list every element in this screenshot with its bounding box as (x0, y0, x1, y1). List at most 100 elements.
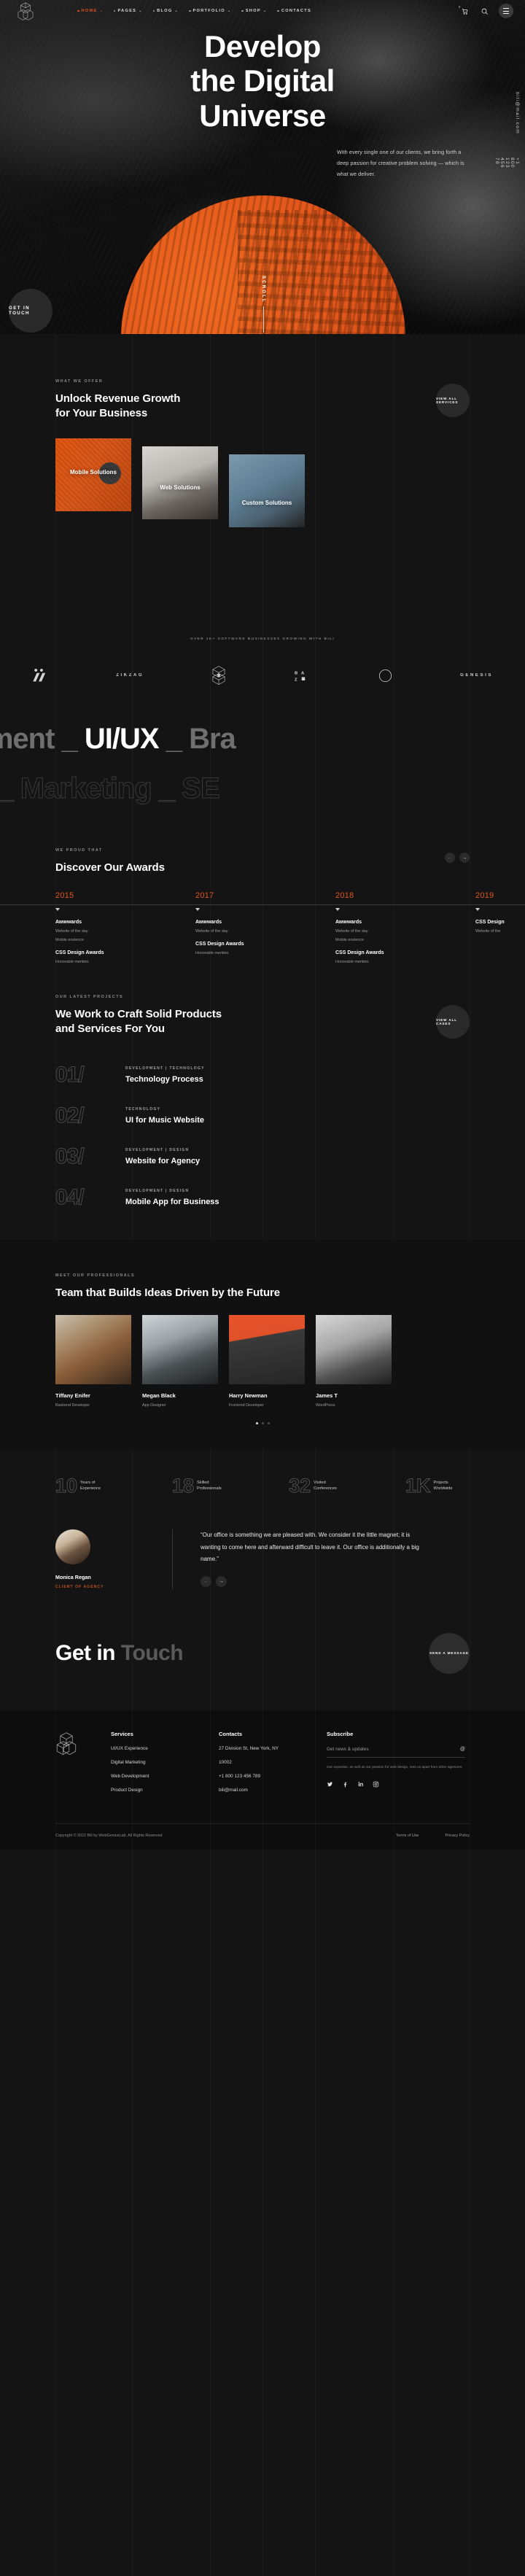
team-member-card[interactable]: Megan Black App Designer (142, 1314, 218, 1408)
nav-item-blog[interactable]: BLOG ⌄ (152, 9, 179, 13)
send-a-message-button[interactable]: SEND A MESSAGE (429, 1632, 470, 1674)
service-card-mobile[interactable]: Mobile Solutions (55, 438, 131, 511)
footer-service-link[interactable]: Web Development (111, 1774, 219, 1779)
slashes-logo-icon[interactable] (32, 663, 48, 688)
projects-title-line-2: and Services For You (55, 1022, 165, 1035)
team-cards: Tiffany Enifer Backend Developer Megan B… (55, 1314, 470, 1408)
search-icon[interactable] (479, 6, 489, 16)
nav-item-portfolio[interactable]: PORTFOLIO ⌄ (189, 9, 231, 13)
genesis-logo[interactable]: GENESIS (460, 663, 493, 688)
subscribe-field[interactable]: @ (327, 1746, 465, 1758)
project-row[interactable]: 02/ TECHNOLOGY UI for Music Website (55, 1095, 470, 1136)
stat-label: Visited Conferences (314, 1480, 337, 1492)
get-in-touch-word-1: Get in (55, 1640, 116, 1665)
testimonial-next-button[interactable]: → (216, 1576, 227, 1588)
footer-email[interactable]: bili@mail.com (219, 1788, 327, 1793)
stat-label-line-1: Skilled (197, 1480, 209, 1485)
services-eyebrow: WHAT WE OFFER (55, 379, 104, 384)
instagram-icon[interactable] (373, 1781, 379, 1788)
footer-privacy-link[interactable]: Privacy Policy (445, 1834, 470, 1838)
team-member-card[interactable]: Harry Newman Frontend Developer (229, 1314, 305, 1408)
nav-item-label: HOME (81, 9, 98, 13)
team-member-name: Megan Black (142, 1392, 176, 1399)
testimonial-prev-button[interactable]: ← (201, 1576, 211, 1588)
svg-text:Z: Z (295, 678, 298, 681)
team-member-photo (316, 1314, 392, 1384)
award-title: CSS Design Awards (195, 941, 244, 947)
get-in-touch-word-2: Touch (120, 1640, 184, 1665)
footer-subscribe-heading: Subscribe (327, 1730, 354, 1737)
chevron-down-icon: ⌄ (139, 9, 143, 13)
footer-service-link[interactable]: Digital Marketing (111, 1760, 219, 1765)
team-eyebrow: MEET OUR PROFESSIONALS (55, 1273, 136, 1278)
hero-phone-vertical[interactable]: +1 800 123 456 78 (494, 158, 520, 168)
hero-title-line-2: the Digital (190, 63, 335, 98)
hero-email-vertical[interactable]: bili@mail.com (515, 92, 520, 134)
zikzag-logo[interactable]: ZIKZAG (116, 663, 144, 688)
baz-logo[interactable]: B A Z (295, 663, 311, 688)
project-row[interactable]: 04/ DEVELOPMENT | DESIGN Mobile App for … (55, 1177, 470, 1218)
service-card-custom[interactable]: Custom Solutions (229, 454, 305, 527)
slider-dot[interactable] (267, 1421, 270, 1424)
footer-contacts-heading: Contacts (219, 1730, 243, 1737)
awards-prev-button[interactable]: ← (445, 853, 455, 863)
award-title: Awwwards (335, 919, 362, 925)
projects-section: OUR LATEST PROJECTS We Work to Craft Sol… (0, 964, 525, 1218)
footer-terms-link[interactable]: Terms of Use (396, 1834, 419, 1838)
svg-text:A: A (301, 671, 305, 675)
twitter-icon[interactable] (327, 1781, 333, 1788)
slider-dot[interactable] (255, 1421, 258, 1424)
footer-service-link[interactable]: Product Design (111, 1788, 219, 1793)
moon-logo-icon[interactable] (378, 663, 392, 688)
award-sub: Honorable mention (195, 950, 229, 955)
nav-bullet-icon (113, 9, 116, 12)
brands-section: OVER 1K+ SOFTWARE BUSINESSES GROWING WIT… (0, 633, 525, 688)
stat-label-line-2: Conferences (314, 1486, 337, 1491)
services-cards: Mobile Solutions Web Solutions Custom So… (55, 438, 470, 599)
nav-item-home[interactable]: HOME ⌄ (77, 9, 104, 13)
nav-actions: 0 (459, 4, 513, 18)
awards-year-label: 2018 (335, 891, 354, 900)
footer-address-line-1: 27 Division St, New York, NY (219, 1745, 279, 1751)
nav-item-pages[interactable]: PAGES ⌄ (113, 9, 143, 13)
view-all-cases-button[interactable]: VIEW ALL CASES (436, 1004, 470, 1039)
projects-eyebrow: OUR LATEST PROJECTS (55, 994, 124, 999)
chevron-down-icon: ⌄ (262, 9, 268, 13)
cube-stack-logo-icon[interactable] (211, 663, 226, 688)
services-section: WHAT WE OFFER Unlock Revenue Growth for … (0, 334, 525, 633)
view-all-cases-label: VIEW ALL CASES (436, 1017, 457, 1025)
linkedin-icon[interactable] (357, 1781, 364, 1788)
get-in-touch-button[interactable]: GET IN TOUCH (9, 289, 52, 333)
project-row[interactable]: 01/ DEVELOPMENT | TECHNOLOGY Technology … (55, 1055, 470, 1095)
view-all-services-button[interactable]: VIEW ALL SERVICES (436, 384, 470, 417)
subscribe-email-input[interactable] (327, 1746, 460, 1752)
team-member-card[interactable]: Tiffany Enifer Backend Developer (55, 1314, 131, 1408)
nav-item-label: PORTFOLIO (192, 9, 225, 13)
nav-item-contacts[interactable]: CONTACTS (277, 9, 311, 13)
footer-service-link[interactable]: UI/UX Experience (111, 1746, 219, 1751)
cube-logo-icon[interactable] (16, 1, 35, 20)
marquee-section: opment _ UI/UX _ Bra erce _ Marketing _ … (0, 718, 525, 835)
slider-dot[interactable] (261, 1421, 264, 1424)
awards-column-2015: Awwwards Website of the day Mobile exele… (55, 920, 195, 964)
hamburger-menu-icon[interactable] (499, 4, 513, 18)
nav-item-shop[interactable]: SHOP ⌄ (241, 9, 267, 13)
team-member-card[interactable]: James T WordPress (316, 1314, 392, 1408)
scroll-indicator[interactable]: SCROLL (261, 276, 265, 333)
service-card-web[interactable]: Web Solutions (142, 446, 218, 519)
team-slider-dots (55, 1421, 470, 1424)
chevron-down-icon: ⌄ (174, 9, 179, 13)
get-in-touch-title: Get in Touch (55, 1640, 184, 1666)
project-row[interactable]: 03/ DEVELOPMENT | DESIGN Website for Age… (55, 1136, 470, 1177)
facebook-icon[interactable] (342, 1781, 349, 1788)
project-category: DEVELOPMENT | TECHNOLOGY (125, 1066, 205, 1071)
awards-caret-icon (335, 907, 340, 911)
cart-icon[interactable]: 0 (459, 5, 470, 16)
awards-next-button[interactable]: → (459, 853, 470, 863)
footer-phone[interactable]: +1 800 123 456 789 (219, 1774, 327, 1779)
nav-bullet-icon (152, 9, 155, 12)
team-member-role: App Designer (142, 1403, 166, 1408)
at-symbol-icon: @ (459, 1746, 465, 1752)
cube-logo-icon[interactable] (55, 1731, 77, 1756)
awards-year-label: 2019 (475, 891, 494, 900)
